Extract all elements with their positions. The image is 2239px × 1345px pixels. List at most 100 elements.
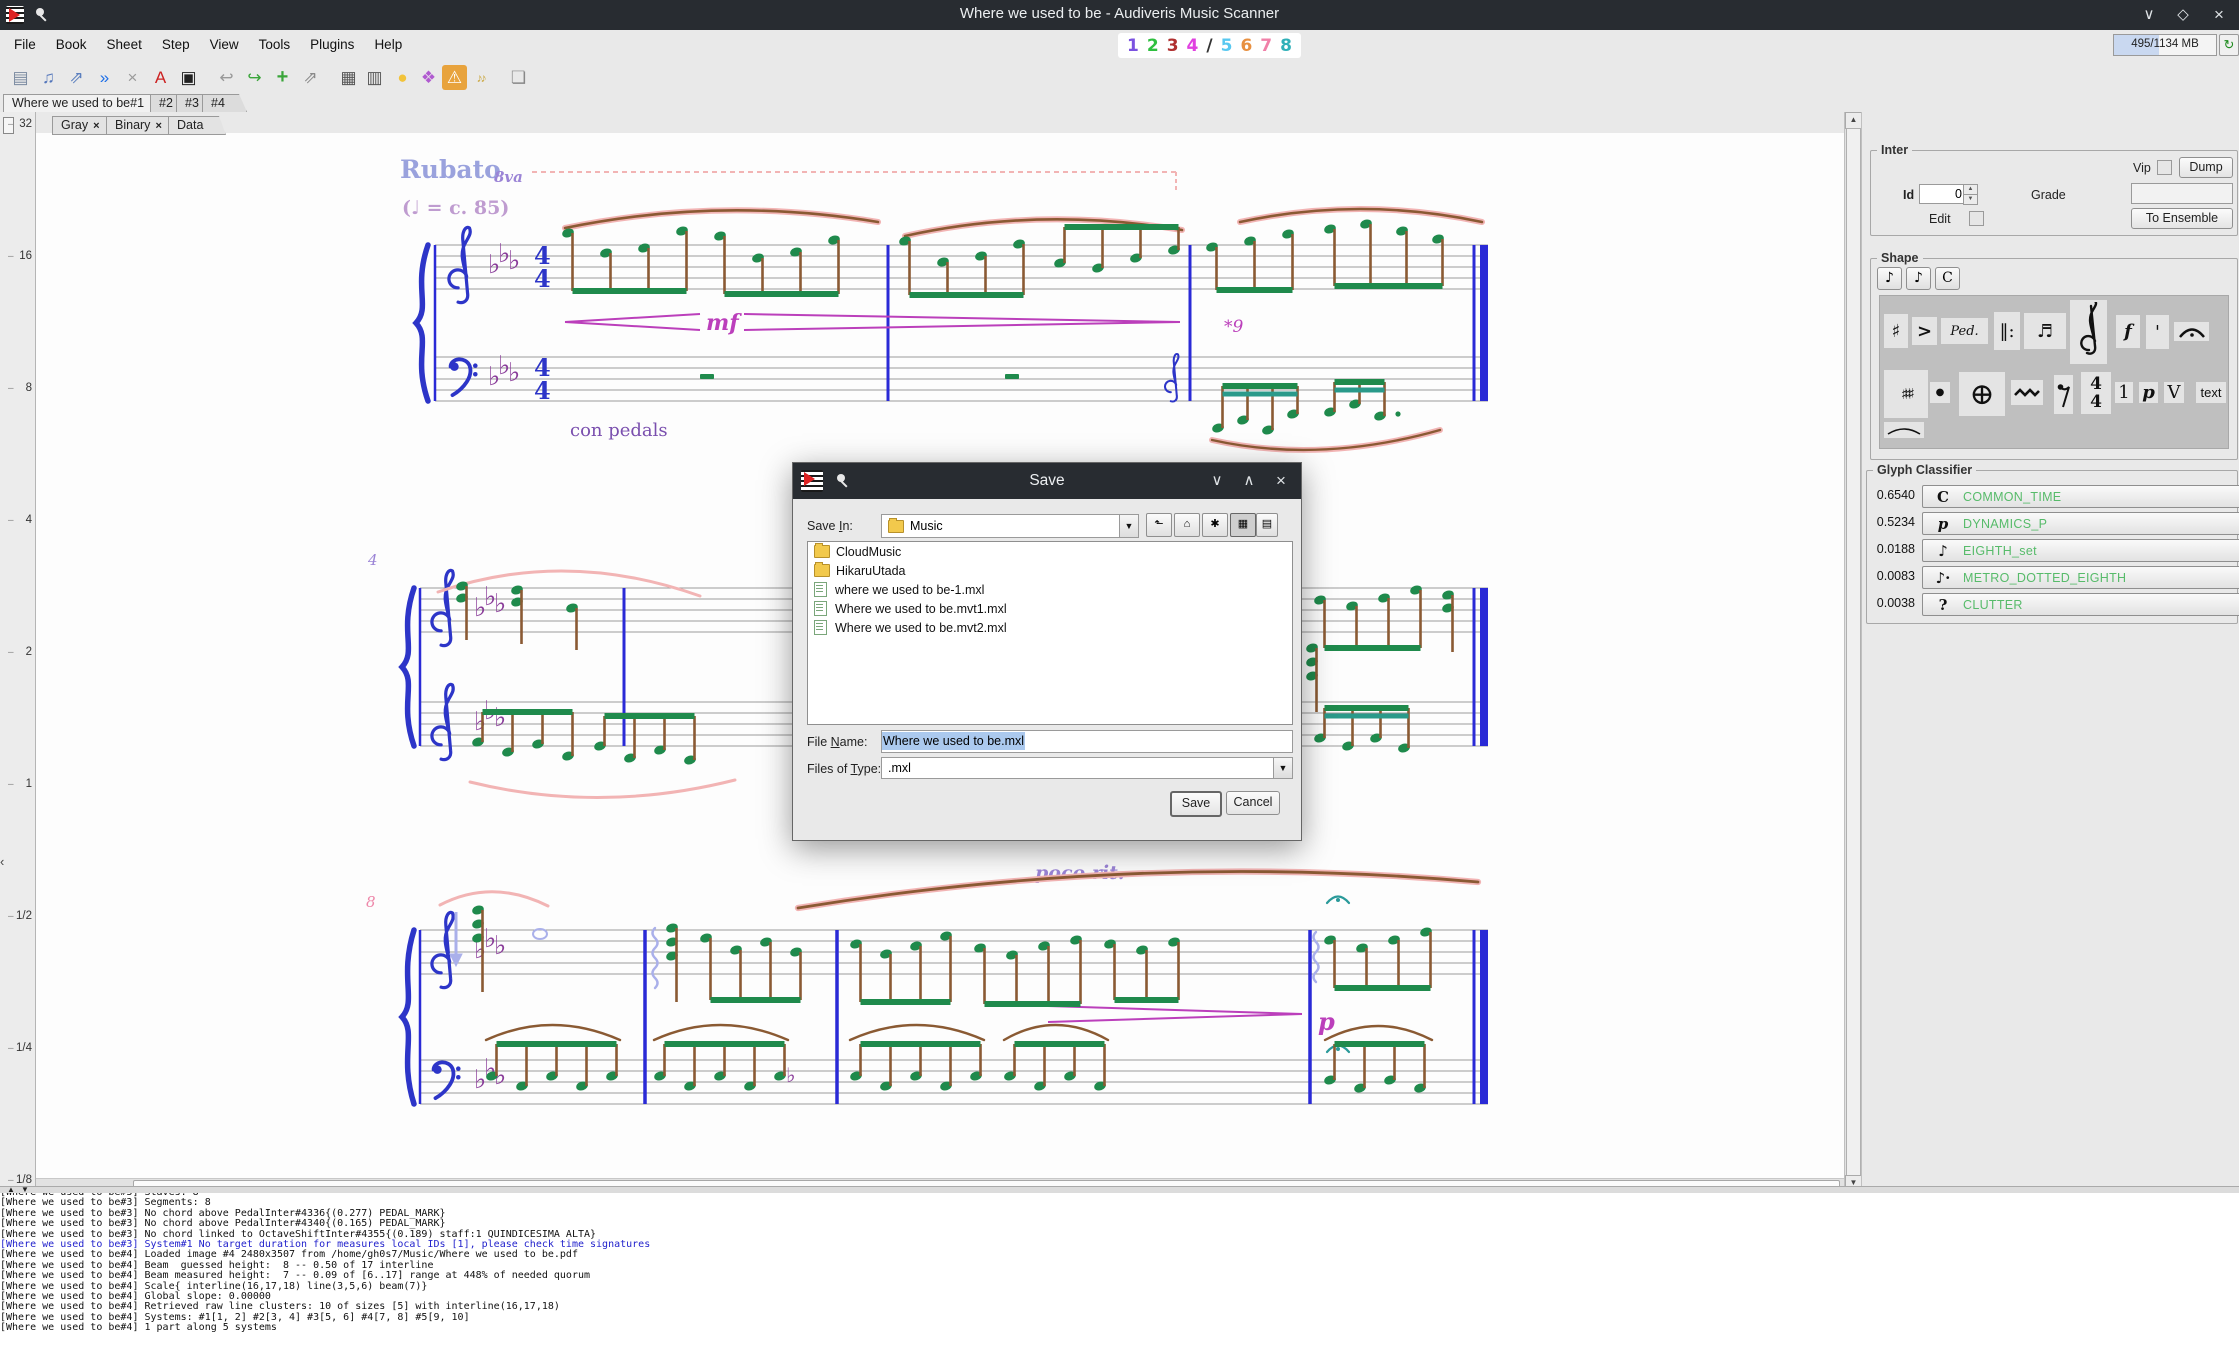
sheet-tab-1[interactable]: Where we used to be#1 (3, 94, 167, 112)
list-view-button[interactable]: ▤ (1256, 513, 1278, 537)
export-sheet-icon[interactable]: ⇗ (298, 65, 323, 90)
file-row[interactable]: where we used to be-1.mxl (808, 580, 1292, 599)
to-ensemble-button[interactable]: To Ensemble (2131, 208, 2233, 229)
recent-shape-common-time[interactable]: C (1935, 267, 1960, 290)
menu-tools[interactable]: Tools (249, 30, 301, 52)
beamed-notes-shape[interactable]: ♬ (2024, 313, 2066, 349)
key-sharps-shape[interactable]: ♯♯♯ (1884, 370, 1928, 418)
forte-shape[interactable]: f (2116, 315, 2140, 348)
file-list[interactable]: CloudMusicHikaruUtadawhere we used to be… (807, 541, 1293, 725)
file-row[interactable]: HikaruUtada (808, 561, 1292, 580)
memory-indicator[interactable]: 495/1134 MB (2113, 34, 2217, 56)
treble-clef-shape[interactable] (2070, 300, 2107, 364)
augmentation-dot-shape[interactable]: ● (1930, 382, 1950, 403)
voice-digit-6[interactable]: 6 (1240, 36, 1252, 56)
book-music-icon[interactable]: ♫ (36, 65, 61, 90)
pedal-shape[interactable]: Ped. (1941, 318, 1988, 344)
combo-arrow-icon[interactable]: ▼ (1119, 515, 1138, 537)
split-vertical-icon[interactable]: ▥ (362, 65, 387, 90)
maximize-button[interactable]: ◇ (2170, 4, 2196, 26)
zoom-ruler[interactable]: ‹ 32–16–8–4–2–1–1/2–1/4–1/8– (0, 112, 36, 1192)
menu-file[interactable]: File (4, 30, 46, 52)
time-four-four-shape[interactable]: 44 (2081, 372, 2111, 414)
digit-one-shape[interactable]: 1 (2115, 382, 2133, 403)
clean-sheet-icon[interactable]: ❏ (506, 65, 531, 90)
grid-view-button[interactable]: ▦ (1230, 513, 1256, 537)
input-image-icon[interactable]: ▤ (8, 65, 33, 90)
text-shape[interactable]: text (2196, 382, 2226, 403)
slur-shape[interactable] (1884, 422, 1924, 438)
menu-step[interactable]: Step (152, 30, 200, 52)
palette-icon[interactable]: ❖ (416, 65, 441, 90)
file-name-input[interactable]: Where we used to be.mxl (881, 730, 1293, 753)
save-button[interactable]: Save (1170, 791, 1222, 817)
recent-shape-eighth-1[interactable]: ♪ (1877, 267, 1902, 290)
voice-number-strip[interactable]: 1234 / 5678 (1118, 33, 1301, 58)
save-book-icon[interactable]: ▣ (176, 65, 201, 90)
classifier-shape-button[interactable]: ♪·METRO_DOTTED_EIGHTH (1922, 566, 2239, 589)
id-spinner[interactable]: 0 (1919, 184, 1966, 204)
add-icon[interactable]: + (270, 65, 295, 90)
voice-digit-2[interactable]: 2 (1147, 36, 1159, 56)
save-dialog-title-bar[interactable]: Save ∨ ∧ × (793, 463, 1301, 499)
ball-icon[interactable]: ● (390, 65, 415, 90)
voice-digit-8[interactable]: 8 (1280, 36, 1292, 56)
repeat-barline-shape[interactable]: ‖: (1994, 312, 2020, 350)
dynamic-p-shape[interactable]: p (2139, 382, 2158, 403)
scroll-up-button[interactable]: ▲ (1845, 112, 1862, 129)
voice-digit-3[interactable]: 3 (1167, 36, 1179, 56)
pdf-icon[interactable]: A (148, 65, 173, 90)
close-tab-icon[interactable]: × (155, 120, 161, 132)
menu-book[interactable]: Book (46, 30, 97, 52)
classifier-shape-button[interactable]: ♪EIGHTH_set (1922, 539, 2239, 562)
redo-icon[interactable]: ↪ (242, 65, 267, 90)
menu-help[interactable]: Help (364, 30, 412, 52)
menu-view[interactable]: View (200, 30, 249, 52)
up-folder-button[interactable]: ⬑ (1146, 513, 1172, 537)
vip-checkbox[interactable] (2157, 160, 2172, 175)
menu-sheet[interactable]: Sheet (97, 30, 152, 52)
close-tab-icon[interactable]: × (93, 120, 99, 132)
files-of-type-combo[interactable]: .mxl ▼ (881, 757, 1293, 779)
split-horizontal-icon[interactable]: ▦ (336, 65, 361, 90)
roman-v-shape[interactable]: V (2164, 382, 2184, 403)
home-button[interactable]: ⌂ (1174, 513, 1200, 537)
file-row[interactable]: Where we used to be.mvt1.mxl (808, 599, 1292, 618)
title-bar[interactable]: Where we used to be - Audiveris Music Sc… (0, 0, 2239, 30)
id-spin-down-button[interactable]: ▼ (1963, 194, 1978, 205)
edit-checkbox[interactable] (1969, 211, 1984, 226)
errors-icon[interactable]: ⚠ (442, 65, 467, 90)
stop-icon[interactable]: × (120, 65, 145, 90)
new-folder-button[interactable]: ✱ (1202, 513, 1228, 537)
file-row[interactable]: CloudMusic (808, 542, 1292, 561)
menu-plugins[interactable]: Plugins (300, 30, 364, 52)
accent-shape[interactable]: > (1912, 317, 1937, 345)
voices-icon[interactable]: ♪♪ (468, 65, 493, 90)
type-combo-arrow-icon[interactable]: ▼ (1273, 758, 1292, 778)
eighth-rest-shape[interactable] (2054, 375, 2073, 414)
classifier-shape-button[interactable]: ?CLUTTER (1922, 593, 2239, 616)
fermata-shape[interactable] (2174, 322, 2209, 341)
undo-icon[interactable]: ↩ (214, 65, 239, 90)
voice-digit-1[interactable]: 1 (1127, 36, 1139, 56)
circle-x-notehead-shape[interactable]: ⊕ (1959, 372, 2005, 416)
save-in-combo[interactable]: Music ▼ (881, 514, 1139, 538)
voice-digit-4[interactable]: 4 (1187, 36, 1199, 56)
transcribe-icon[interactable]: » (92, 65, 117, 90)
voice-digit-/[interactable]: / (1206, 36, 1212, 56)
voice-digit-5[interactable]: 5 (1221, 36, 1233, 56)
wavy-line-shape[interactable] (2011, 380, 2043, 405)
dialog-maximize-button[interactable]: ∧ (1235, 469, 1263, 493)
ruler-slider-marker[interactable]: ‹ (0, 854, 4, 869)
dump-button[interactable]: Dump (2179, 157, 2233, 178)
voice-digit-7[interactable]: 7 (1260, 36, 1272, 56)
classifier-shape-button[interactable]: pDYNAMICS_P (1922, 512, 2239, 535)
classifier-shape-button[interactable]: CCOMMON_TIME (1922, 485, 2239, 508)
recent-shape-eighth-2[interactable]: ♪ (1906, 267, 1931, 290)
minimize-button[interactable]: ∨ (2136, 4, 2162, 26)
sheet-tab-4[interactable]: #4 (202, 94, 247, 112)
export-book-icon[interactable]: ⇗ (64, 65, 89, 90)
cancel-button[interactable]: Cancel (1226, 791, 1280, 815)
file-row[interactable]: Where we used to be.mvt2.mxl (808, 618, 1292, 637)
dialog-close-button[interactable]: × (1267, 469, 1295, 493)
